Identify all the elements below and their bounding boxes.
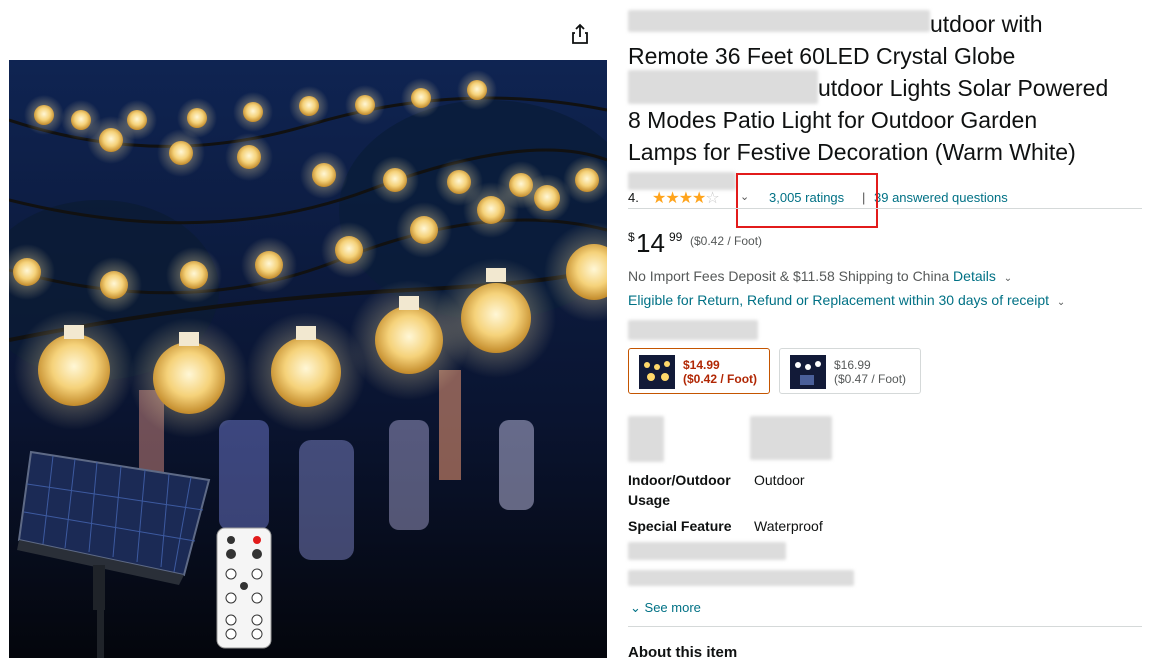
variant-thumbnail	[639, 355, 675, 389]
redacted-text	[628, 320, 758, 340]
see-more-link[interactable]: ⌄ See more	[630, 600, 701, 616]
about-section-title: About this item	[628, 644, 738, 661]
variant-price: $16.99 ($0.47 / Foot)	[834, 358, 906, 386]
variant-option-selected[interactable]: $14.99 ($0.42 / Foot)	[628, 348, 770, 394]
price-fraction: 99	[669, 230, 683, 244]
chevron-down-icon[interactable]: ⌄	[1057, 297, 1065, 308]
see-more-text[interactable]: See more	[645, 600, 701, 615]
shipping-info: No Import Fees Deposit & $11.58 Shipping…	[628, 268, 1012, 284]
product-image[interactable]	[9, 60, 607, 658]
chevron-down-icon[interactable]: ⌄	[630, 600, 641, 615]
price-whole: 14	[636, 228, 665, 258]
shipping-text: No Import Fees Deposit & $11.58 Shipping…	[628, 268, 950, 284]
title-line: utdoor with	[930, 11, 1043, 37]
product-title: utdoor with Remote 36 Feet 60LED Crystal…	[628, 8, 1148, 168]
redacted-text	[628, 416, 664, 462]
redacted-text	[628, 542, 786, 560]
title-line: Remote 36 Feet 60LED Crystal Globe	[628, 43, 1016, 69]
variant-thumbnail	[790, 355, 826, 389]
spec-label-line: Indoor/Outdoor	[628, 472, 731, 488]
spec-value: Outdoor	[754, 472, 805, 488]
star-rating[interactable]: ★★★★☆	[652, 188, 720, 208]
variant-price-value: $14.99	[683, 358, 720, 372]
divider	[628, 208, 1142, 209]
variant-price-unit: ($0.47 / Foot)	[834, 372, 907, 386]
chevron-down-icon[interactable]: ⌄	[1004, 273, 1012, 284]
title-line: 8 Modes Patio Light for Outdoor Garden	[628, 107, 1038, 133]
spec-label: Indoor/Outdoor Usage	[628, 470, 743, 510]
answered-questions-link[interactable]: 39 answered questions	[874, 190, 1008, 205]
rating-value: 4.	[628, 190, 639, 205]
redacted-text	[750, 416, 832, 460]
shipping-details-link[interactable]: Details	[953, 268, 996, 284]
share-icon[interactable]	[568, 22, 592, 46]
title-line: Lamps for Festive Decoration (Warm White…	[628, 139, 1076, 165]
returns-link[interactable]: Eligible for Return, Refund or Replaceme…	[628, 292, 1065, 308]
price-symbol: $	[628, 230, 635, 244]
price-per-unit: ($0.42 / Foot)	[690, 234, 763, 248]
variant-price-value: $16.99	[834, 358, 871, 372]
redacted-text	[628, 570, 854, 586]
returns-text[interactable]: Eligible for Return, Refund or Replaceme…	[628, 292, 1049, 308]
variant-option[interactable]: $16.99 ($0.47 / Foot)	[779, 348, 921, 394]
spec-value: Waterproof	[754, 518, 823, 534]
spec-label: Special Feature	[628, 516, 743, 536]
spec-label-line: Special Feature	[628, 518, 732, 534]
divider	[628, 626, 1142, 627]
variant-price: $14.99 ($0.42 / Foot)	[683, 358, 757, 386]
variant-price-unit: ($0.42 / Foot)	[683, 372, 758, 386]
annotation-highlight-box	[736, 173, 878, 228]
title-line: utdoor Lights Solar Powered	[818, 75, 1109, 101]
rating-row: 4. ★★★★☆ ⌄ 3,005 ratings | 39 answered q…	[628, 188, 1142, 208]
spec-label-line: Usage	[628, 492, 671, 508]
